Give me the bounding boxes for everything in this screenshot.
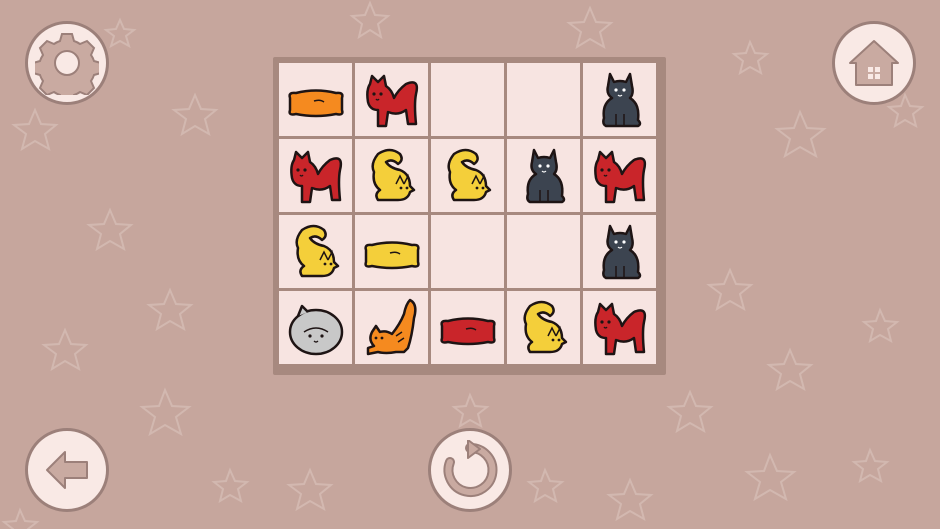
dark-cat-sitting-icon <box>588 220 652 284</box>
board-cell[interactable] <box>431 215 504 288</box>
red-cat-standing-icon <box>588 296 652 360</box>
red-cat-standing-icon <box>360 68 424 132</box>
board-cell[interactable] <box>507 215 580 288</box>
board-cell[interactable] <box>507 63 580 136</box>
board-cell[interactable] <box>355 215 428 288</box>
yellow-cat-curled-icon <box>360 144 424 208</box>
red-cat-standing-icon <box>284 144 348 208</box>
puzzle-board <box>273 57 666 375</box>
yellow-cat-curled-icon <box>436 144 500 208</box>
board-cell[interactable] <box>431 291 504 364</box>
settings-button[interactable] <box>25 21 109 105</box>
board-cell[interactable] <box>583 215 656 288</box>
board-cell[interactable] <box>507 139 580 212</box>
board-cell[interactable] <box>279 63 352 136</box>
back-button[interactable] <box>25 428 109 512</box>
orange-cushion-icon <box>284 68 348 132</box>
restart-icon <box>443 440 498 497</box>
board-cell[interactable] <box>279 291 352 364</box>
gray-cat-ball-icon <box>284 296 348 360</box>
board-cell[interactable] <box>507 291 580 364</box>
board-grid <box>279 63 656 364</box>
board-cell[interactable] <box>355 63 428 136</box>
board-cell[interactable] <box>583 139 656 212</box>
arrow-left-icon <box>46 451 88 489</box>
home-button[interactable] <box>832 21 916 105</box>
board-cell[interactable] <box>279 139 352 212</box>
red-cat-standing-icon <box>588 144 652 208</box>
restart-button[interactable] <box>428 428 512 512</box>
red-cushion-icon <box>436 296 500 360</box>
yellow-cushion-icon <box>360 220 424 284</box>
board-cell[interactable] <box>583 291 656 364</box>
house-icon <box>849 40 899 86</box>
dark-cat-sitting-icon <box>512 144 576 208</box>
yellow-cat-curled-icon <box>512 296 576 360</box>
board-cell[interactable] <box>355 291 428 364</box>
board-cell[interactable] <box>583 63 656 136</box>
yellow-cat-curled-icon <box>284 220 348 284</box>
board-cell[interactable] <box>355 139 428 212</box>
board-cell[interactable] <box>279 215 352 288</box>
board-cell[interactable] <box>431 139 504 212</box>
board-cell[interactable] <box>431 63 504 136</box>
gear-icon <box>35 33 99 95</box>
dark-cat-sitting-icon <box>588 68 652 132</box>
orange-cat-stretching-icon <box>360 296 424 360</box>
